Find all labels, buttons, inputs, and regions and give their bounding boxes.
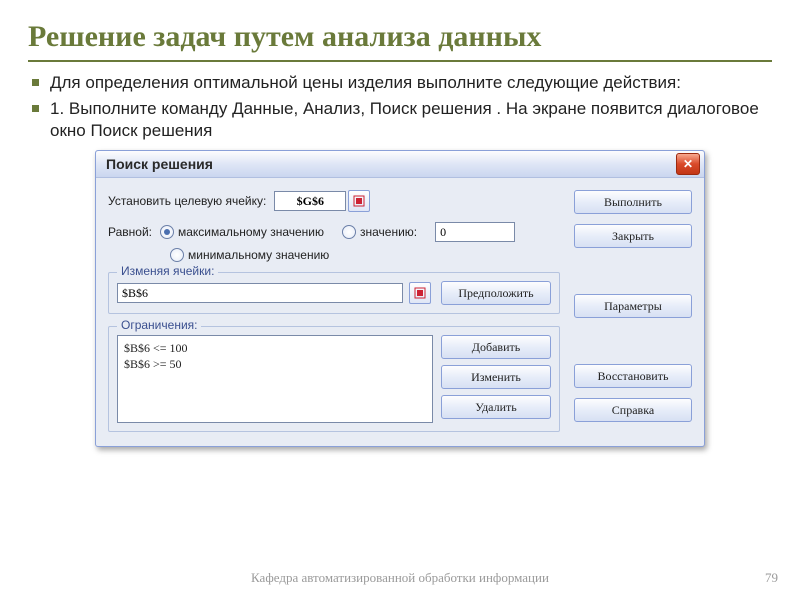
- changing-cells-group: Изменяя ячейки: Предположить: [108, 272, 560, 314]
- constraints-title: Ограничения:: [117, 318, 201, 332]
- close-button[interactable]: ✕: [676, 153, 700, 175]
- radio-dot-icon: [170, 248, 184, 262]
- radio-max[interactable]: максимальному значению: [160, 225, 324, 239]
- constraint-item[interactable]: $B$6 <= 100: [124, 340, 426, 356]
- restore-button[interactable]: Восстановить: [574, 364, 692, 388]
- bullet-item: 1. Выполните команду Данные, Анализ, Пои…: [28, 98, 772, 142]
- changing-cells-input[interactable]: [117, 283, 403, 303]
- parameters-button[interactable]: Параметры: [574, 294, 692, 318]
- radio-min[interactable]: минимальному значению: [170, 248, 329, 262]
- run-button[interactable]: Выполнить: [574, 190, 692, 214]
- bullet-item: Для определения оптимальной цены изделия…: [28, 72, 772, 94]
- radio-max-label: максимальному значению: [178, 225, 324, 239]
- add-constraint-button[interactable]: Добавить: [441, 335, 551, 359]
- equal-label: Равной:: [108, 225, 152, 239]
- radio-dot-icon: [160, 225, 174, 239]
- slide-footer: Кафедра автоматизированной обработки инф…: [0, 570, 800, 586]
- slide-title: Решение задач путем анализа данных: [28, 20, 772, 54]
- radio-value[interactable]: значению:: [342, 225, 417, 239]
- constraints-list[interactable]: $B$6 <= 100 $B$6 >= 50: [117, 335, 433, 423]
- dialog-title: Поиск решения: [106, 156, 213, 172]
- radio-value-label: значению:: [360, 225, 417, 239]
- target-cell-input[interactable]: [274, 191, 346, 211]
- ref-picker-button[interactable]: [409, 282, 431, 304]
- page-number: 79: [765, 570, 778, 586]
- changing-cells-title: Изменяя ячейки:: [117, 264, 218, 278]
- radio-min-label: минимальному значению: [188, 248, 329, 262]
- constraints-group: Ограничения: $B$6 <= 100 $B$6 >= 50 Доба…: [108, 326, 560, 432]
- constraint-item[interactable]: $B$6 >= 50: [124, 356, 426, 372]
- guess-button[interactable]: Предположить: [441, 281, 551, 305]
- ref-picker-button[interactable]: [348, 190, 370, 212]
- bullet-list: Для определения оптимальной цены изделия…: [28, 72, 772, 142]
- close-dialog-button[interactable]: Закрыть: [574, 224, 692, 248]
- target-cell-label: Установить целевую ячейку:: [108, 194, 266, 208]
- title-rule: [28, 60, 772, 62]
- solver-dialog: Поиск решения ✕ Установить целевую ячейк…: [95, 150, 705, 447]
- change-constraint-button[interactable]: Изменить: [441, 365, 551, 389]
- ref-picker-icon: [353, 195, 365, 207]
- dialog-titlebar[interactable]: Поиск решения ✕: [96, 151, 704, 178]
- value-input[interactable]: [435, 222, 515, 242]
- radio-dot-icon: [342, 225, 356, 239]
- close-icon: ✕: [683, 157, 693, 171]
- help-button[interactable]: Справка: [574, 398, 692, 422]
- ref-picker-icon: [414, 287, 426, 299]
- delete-constraint-button[interactable]: Удалить: [441, 395, 551, 419]
